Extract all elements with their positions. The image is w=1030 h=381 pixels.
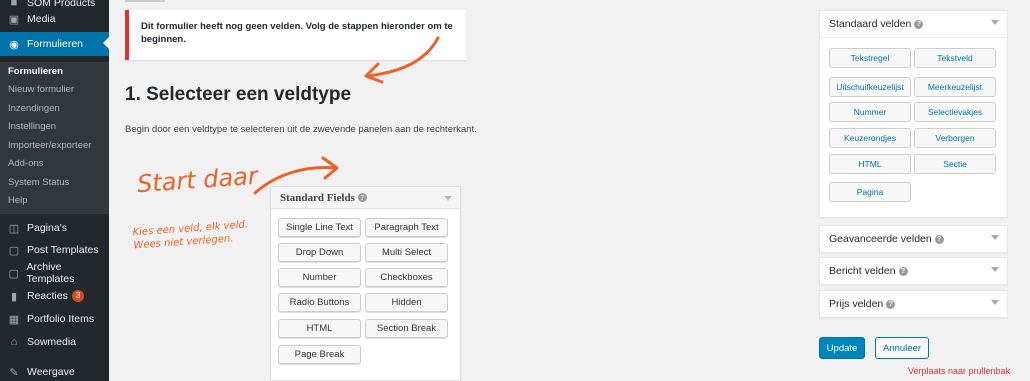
standard-fields-header[interactable]: Standaard velden ? [820,11,1007,37]
example-field-button: Number [278,268,361,287]
chevron-down-icon[interactable] [991,300,999,305]
pricing-fields-header[interactable]: Prijs velden ? [820,291,1007,317]
post-fields-panel[interactable]: Bericht velden ? [819,257,1008,285]
field-button-meerkeuzelijst[interactable]: Meerkeuzelijst [914,77,996,97]
example-standard-fields-panel: Standard Fields ? Single Line Text Parag… [270,186,461,381]
pricing-fields-panel[interactable]: Prijs velden ? [819,290,1008,318]
arrow-to-notice [366,36,440,78]
field-button-html[interactable]: HTML [829,154,911,174]
chevron-down-icon[interactable] [991,267,999,272]
panel-title: Standaard velden [829,18,912,30]
example-field-button: Checkboxes [365,268,448,287]
example-field-button: HTML [278,319,361,338]
help-icon[interactable]: ? [914,19,924,29]
field-button-tekstveld[interactable]: Tekstveld [914,48,996,68]
post-fields-header[interactable]: Bericht velden ? [820,258,1007,284]
field-button-nummer[interactable]: Nummer [829,102,911,122]
example-field-button: Single Line Text [278,218,361,237]
field-button-tekstregel[interactable]: Tekstregel [829,48,911,68]
field-button-uitschuifkeuzelijst[interactable]: Uitschuifkeuzelijst [829,77,911,97]
update-button[interactable]: Update [819,337,865,359]
advanced-fields-panel[interactable]: Geavanceerde velden ? [819,225,1008,253]
help-icon[interactable]: ? [898,266,908,276]
help-icon[interactable]: ? [934,234,944,244]
example-panel-header: Standard Fields ? [271,187,460,209]
chevron-down-icon [444,196,452,201]
chevron-down-icon[interactable] [991,20,999,25]
panel-title: Prijs velden [829,298,884,310]
move-to-trash-link[interactable]: Verplaats naar prullenbak [908,366,1010,376]
panel-divider [820,37,1007,38]
panel-title: Geavanceerde velden [829,233,932,245]
example-field-button: Paragraph Text [365,218,448,237]
help-icon[interactable]: ? [886,299,896,309]
field-button-selectievakjes[interactable]: Selectievakjes [914,102,996,122]
help-icon: ? [357,193,367,202]
example-field-button: Radio Buttons [278,293,361,312]
example-panel-title: Standard Fields [280,191,355,204]
advanced-fields-header[interactable]: Geavanceerde velden ? [820,226,1007,252]
example-field-button: Section Break [365,319,448,338]
example-field-button: Hidden [365,293,448,312]
example-field-button: Drop Down [278,243,361,262]
chevron-down-icon[interactable] [991,235,999,240]
panel-title: Bericht velden [829,265,896,277]
field-button-sectie[interactable]: Sectie [914,154,996,174]
example-field-button: Page Break [278,345,361,364]
field-button-pagina[interactable]: Pagina [829,182,911,202]
cancel-button[interactable]: Annuleer [875,337,929,359]
example-field-button: Multi Select [365,243,448,262]
standard-fields-panel: Standaard velden ? Tekstregel Tekstveld … [819,10,1008,218]
field-button-keuzerondjes[interactable]: Keuzerondjes [829,128,911,148]
field-button-verborgen[interactable]: Verborgen [914,128,996,148]
